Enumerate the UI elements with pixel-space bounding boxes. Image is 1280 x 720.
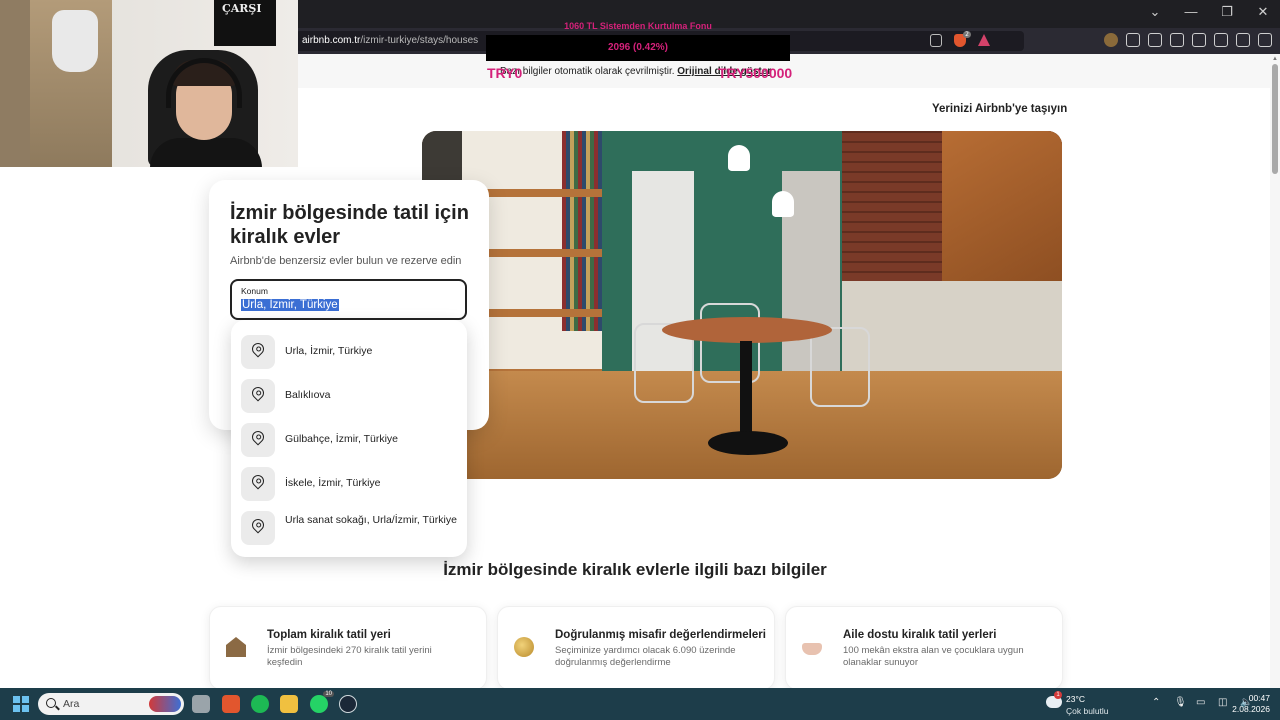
info-card-title: Doğrulanmış misafir değerlendirmeleri (555, 629, 766, 641)
brave-browser-icon[interactable] (222, 695, 240, 713)
window-controls: ⌄ — ❐ ✕ (1148, 4, 1270, 20)
house-icon (226, 637, 246, 657)
extension-puzzle-icon[interactable] (1126, 33, 1140, 47)
donation-goal-title: 1060 TL Sistemden Kurtulma Fonu (564, 21, 712, 31)
info-card: Toplam kiralık tatil yeri İzmir bölgesin… (209, 606, 487, 690)
location-input[interactable]: Konum Urla, İzmir, Türkiye (230, 279, 467, 320)
url-text[interactable]: airbnb.com.tr/izmir-turkiye/stays/houses (302, 35, 478, 46)
suggestion-item[interactable]: Urla, İzmir, Türkiye (241, 334, 461, 370)
hero-image (422, 131, 1062, 479)
map-pin-icon (249, 384, 267, 402)
map-pin-icon (249, 516, 267, 534)
address-bar-icons: 2 (930, 31, 990, 47)
url-host: airbnb.com.tr (302, 35, 361, 46)
webcam-overlay: ÇARŞI (0, 0, 298, 167)
maximize-button[interactable]: ❐ (1220, 4, 1234, 20)
donation-goal-min: TRY0 (487, 65, 523, 81)
clock-time: 00:47 (1248, 693, 1270, 703)
whatsapp-icon[interactable]: 10 (310, 691, 334, 713)
info-card-desc: 100 mekân ekstra alan ve çocuklara uygun… (843, 645, 1024, 668)
system-clock[interactable]: 00:47 2.08.2026 (1226, 693, 1270, 715)
suggestion-icon-box (241, 379, 275, 413)
suggestion-item[interactable]: Balıklıova (241, 378, 461, 414)
map-pin-icon (249, 472, 267, 490)
translation-message: Bazı bilgiler otomatik olarak çevrilmişt… (500, 66, 675, 77)
tray-overflow-icon[interactable]: ⌃ (1152, 697, 1162, 708)
brave-shields-icon[interactable]: 2 (954, 31, 971, 47)
info-section-title: İzmir bölgesinde kiralık evlerle ilgili … (443, 560, 827, 579)
sync-icon[interactable] (1236, 33, 1250, 47)
suggestion-label: Urla sanat sokağı, Urla/İzmir, Türkiye (285, 514, 457, 526)
page-subtitle: Airbnb'de benzersiz evler bulun ve rezer… (230, 255, 462, 267)
map-pin-icon (249, 340, 267, 358)
donation-goal-bar: 2096 (0.42%) (486, 35, 790, 61)
suggestion-icon-box (241, 335, 275, 369)
weather-alert-badge: 1 (1054, 691, 1062, 699)
host-your-home-link[interactable]: Yerinizi Airbnb'ye taşıyın (932, 103, 1067, 115)
profile-icon[interactable] (1104, 33, 1118, 47)
suggestion-item[interactable]: Urla sanat sokağı, Urla/İzmir, Türkiye (241, 510, 461, 546)
file-explorer-icon[interactable] (280, 695, 298, 713)
bathtub-icon (802, 643, 822, 655)
suggestion-label: Urla, İzmir, Türkiye (285, 345, 373, 357)
spotify-icon[interactable] (251, 695, 269, 713)
close-button[interactable]: ✕ (1256, 4, 1270, 20)
suggestion-icon-box (241, 511, 275, 545)
info-card-desc: Seçiminize yardımcı olacak 6.090 üzerind… (555, 645, 736, 668)
taskbar: Ara 10 1 23°C Çok bulutlu ⌃ 🎙 ▭ ◫ 🔈 00:4… (0, 688, 1280, 720)
location-label: Konum (241, 286, 268, 296)
suggestion-label: Balıklıova (285, 389, 331, 401)
taskbar-search-placeholder: Ara (63, 698, 80, 710)
info-card: Doğrulanmış misafir değerlendirmeleri Se… (497, 606, 775, 690)
clock-date: 2.08.2026 (1232, 704, 1270, 714)
minimize-button[interactable]: — (1184, 4, 1198, 20)
weather-desc: Çok bulutlu (1066, 706, 1109, 716)
tab-list-button[interactable]: ⌄ (1148, 4, 1162, 20)
steam-icon[interactable] (339, 695, 357, 713)
poster-text: ÇARŞI (222, 2, 262, 15)
scroll-up-icon[interactable]: ▲ (1272, 56, 1278, 62)
donation-goal-progress: 2096 (0.42%) (607, 42, 669, 53)
info-card-title: Toplam kiralık tatil yeri (267, 629, 391, 641)
location-value[interactable]: Urla, İzmir, Türkiye (241, 299, 339, 311)
suggestion-item[interactable]: Gülbahçe, İzmir, Türkiye (241, 422, 461, 458)
page-title: İzmir bölgesinde tatil için kiralık evle… (230, 202, 469, 248)
menu-icon[interactable] (1258, 33, 1272, 47)
microphone-icon[interactable]: 🎙 (1174, 697, 1187, 708)
whatsapp-badge: 10 (323, 691, 334, 697)
url-path: /izmir-turkiye/stays/houses (360, 35, 479, 46)
start-button[interactable] (13, 696, 29, 712)
leo-ai-icon[interactable] (1192, 33, 1206, 47)
suggestion-label: Gülbahçe, İzmir, Türkiye (285, 433, 399, 445)
wallet-icon[interactable] (1170, 33, 1184, 47)
donation-goal-max: TRY500000 (718, 65, 793, 81)
suggestion-icon-box (241, 467, 275, 501)
brave-rewards-icon[interactable] (978, 34, 990, 46)
taskbar-search[interactable]: Ara (38, 693, 184, 715)
sidebar-icon[interactable] (1148, 33, 1162, 47)
info-card-title: Aile dostu kiralık tatil yerleri (843, 629, 997, 641)
map-pin-icon (249, 428, 267, 446)
vpn-icon[interactable] (1214, 33, 1228, 47)
location-suggestions: Urla, İzmir, Türkiye Balıklıova Gülbahçe… (231, 320, 467, 557)
task-view-icon[interactable] (192, 695, 210, 713)
search-icon (46, 698, 56, 708)
info-card-desc: İzmir bölgesindeki 270 kiralık tatil yer… (267, 645, 432, 668)
scroll-thumb[interactable] (1272, 64, 1278, 174)
suggestion-icon-box (241, 423, 275, 457)
display-icon[interactable]: ▭ (1196, 697, 1206, 708)
info-card: Aile dostu kiralık tatil yerleri 100 mek… (785, 606, 1063, 690)
page-scrollbar[interactable]: ▲ (1270, 54, 1280, 688)
weather-temp: 23°C (1066, 694, 1085, 704)
poster: ÇARŞI (214, 0, 276, 46)
coin-icon (514, 637, 534, 657)
suggestion-item[interactable]: İskele, İzmir, Türkiye (241, 466, 461, 502)
suggestion-label: İskele, İzmir, Türkiye (285, 477, 381, 489)
extensions-row (1104, 33, 1272, 47)
search-highlight-icon (149, 696, 181, 712)
reader-mode-icon[interactable] (930, 34, 942, 47)
